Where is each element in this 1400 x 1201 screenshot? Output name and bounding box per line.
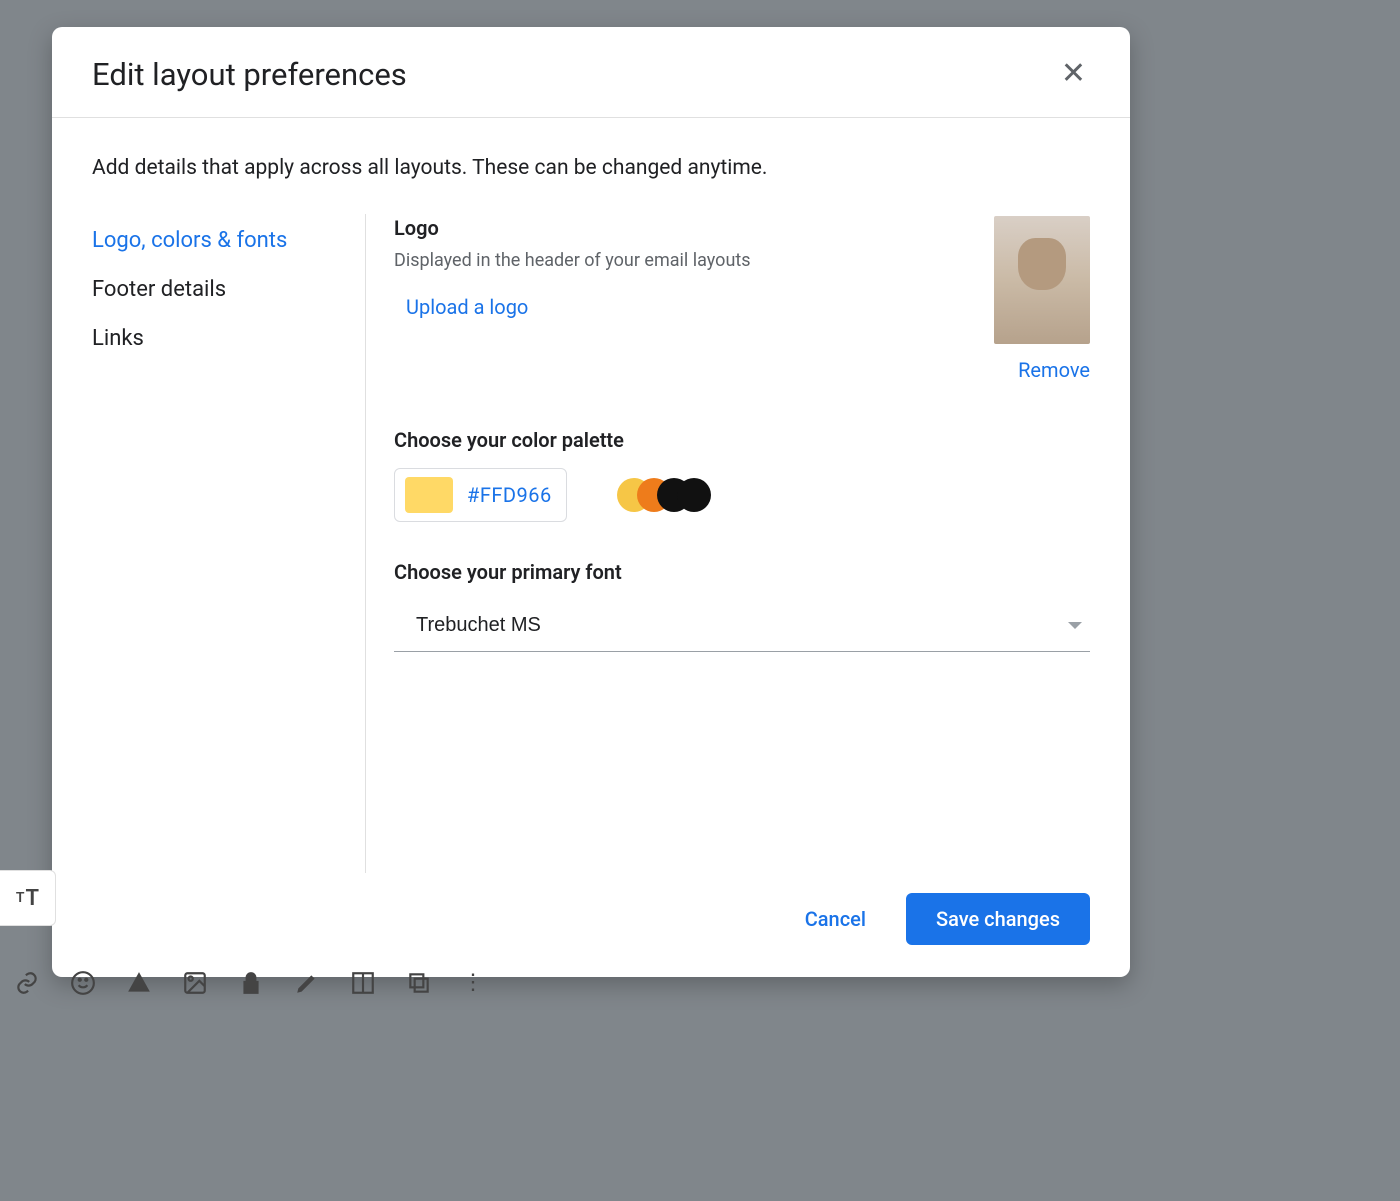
logo-section-left: Logo Displayed in the header of your ema… — [394, 216, 751, 319]
drive-icon[interactable] — [126, 970, 152, 996]
dialog-description: Add details that apply across all layout… — [92, 156, 1090, 180]
sidebar-item-footer-details[interactable]: Footer details — [92, 265, 357, 314]
dialog-header: Edit layout preferences ✕ — [52, 27, 1130, 118]
palette-suggestions[interactable] — [617, 478, 711, 512]
text-size-small: T — [16, 890, 25, 906]
color-swatch — [405, 477, 453, 513]
pen-icon[interactable] — [294, 970, 320, 996]
layout-preferences-dialog: Edit layout preferences ✕ Add details th… — [52, 27, 1130, 977]
font-section-title: Choose your primary font — [394, 560, 1090, 584]
logo-section-title: Logo — [394, 216, 751, 240]
copy-icon[interactable] — [406, 970, 432, 996]
chevron-down-icon — [1068, 622, 1082, 629]
lock-icon[interactable] — [238, 970, 264, 996]
color-chip[interactable]: #FFD966 — [394, 468, 567, 522]
dialog-footer: Cancel Save changes — [52, 873, 1130, 977]
dialog-content-row: Logo, colors & fonts Footer details Link… — [92, 214, 1090, 873]
save-changes-button[interactable]: Save changes — [906, 893, 1090, 945]
image-icon[interactable] — [182, 970, 208, 996]
layout-icon[interactable] — [350, 970, 376, 996]
color-hex-value: #FFD966 — [467, 483, 552, 507]
logo-section: Logo Displayed in the header of your ema… — [394, 216, 1090, 382]
emoji-icon[interactable] — [70, 970, 96, 996]
font-selected-value: Trebuchet MS — [416, 614, 541, 637]
cancel-button[interactable]: Cancel — [795, 895, 876, 943]
dialog-body: Add details that apply across all layout… — [52, 118, 1130, 873]
logo-thumbnail[interactable] — [994, 216, 1090, 344]
main-panel: Logo Displayed in the header of your ema… — [366, 214, 1090, 873]
background-toolbar: ⋮ — [14, 970, 484, 996]
sidebar-item-links[interactable]: Links — [92, 314, 357, 363]
sidebar: Logo, colors & fonts Footer details Link… — [92, 214, 366, 873]
text-size-chip[interactable]: TT — [0, 870, 56, 926]
palette-section-title: Choose your color palette — [394, 428, 1090, 452]
palette-row: #FFD966 — [394, 468, 1090, 522]
font-select[interactable]: Trebuchet MS — [394, 598, 1090, 652]
palette-swatch-4[interactable] — [677, 478, 711, 512]
link-icon[interactable] — [14, 970, 40, 996]
remove-logo-link[interactable]: Remove — [994, 358, 1090, 382]
logo-section-subtitle: Displayed in the header of your email la… — [394, 250, 751, 271]
sidebar-item-logo-colors-fonts[interactable]: Logo, colors & fonts — [92, 216, 357, 265]
upload-logo-link[interactable]: Upload a logo — [406, 295, 751, 319]
close-icon[interactable]: ✕ — [1057, 55, 1090, 93]
dialog-title: Edit layout preferences — [92, 56, 407, 93]
logo-section-right: Remove — [994, 216, 1090, 382]
text-size-big: T — [26, 886, 40, 911]
more-icon[interactable]: ⋮ — [462, 970, 484, 996]
